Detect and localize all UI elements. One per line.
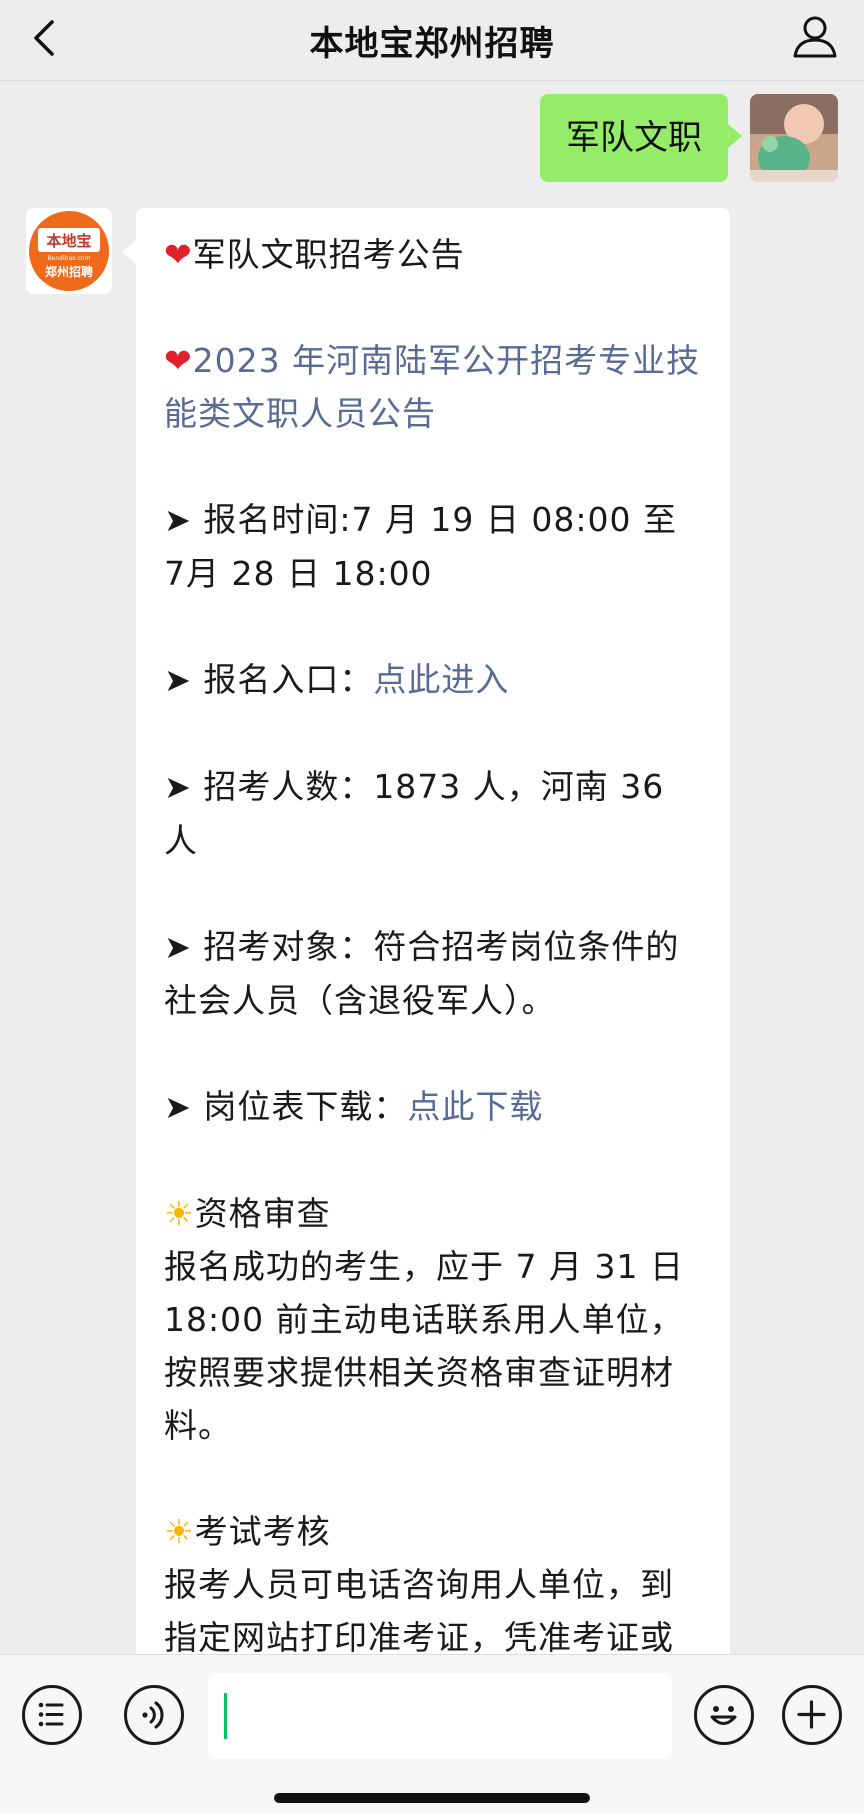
notice-title-line[interactable]: ❤2023 年河南陆军公开招考专业技能类文职人员公告 [164, 334, 704, 440]
home-indicator [274, 1793, 590, 1803]
back-button[interactable] [22, 10, 72, 66]
table-download-link[interactable]: 点此下载 [407, 1087, 543, 1126]
target-line: ➤ 招考对象：符合招考岗位条件的社会人员（含退役军人）。 [164, 920, 704, 1027]
message-input[interactable] [208, 1673, 672, 1759]
sent-message-text: 军队文职 [566, 118, 702, 158]
arrow-icon: ➤ [164, 501, 192, 539]
sun-icon: ☀ [164, 1512, 195, 1551]
reg-time-label: 报名时间: [203, 500, 352, 539]
person-icon [793, 16, 837, 58]
table-line: ➤ 岗位表下载：点此下载 [164, 1080, 704, 1134]
heading-line: ❤军队文职招考公告 [164, 228, 704, 281]
sent-message-bubble[interactable]: 军队文职 [540, 94, 742, 182]
arrow-icon: ➤ [164, 1088, 192, 1126]
list-icon [38, 1702, 64, 1727]
logo-top-text: 本地宝 [46, 232, 91, 250]
message-content: ❤军队文职招考公告 ❤2023 年河南陆军公开招考专业技能类文职人员公告 ➤ 报… [136, 208, 730, 1664]
arrow-icon: ➤ [164, 661, 192, 699]
heart-icon: ❤ [164, 341, 193, 380]
more-button[interactable] [782, 1685, 842, 1745]
profile-button[interactable] [786, 8, 844, 66]
exam-text: 报考人员可电话咨询用人单位，到指定网站打印准考证，凭准考证或 [164, 1565, 674, 1657]
arrow-icon: ➤ [164, 768, 192, 806]
text-cursor [224, 1693, 227, 1739]
target-label: 招考对象： [203, 927, 374, 966]
reg-entry-label: 报名入口： [203, 660, 374, 699]
heart-icon: ❤ [164, 235, 193, 274]
reply-heading: 军队文职招考公告 [192, 235, 465, 274]
chat-title: 本地宝郑州招聘 [309, 23, 555, 64]
count-line: ➤ 招考人数：1873 人，河南 36 人 [164, 760, 704, 867]
qual-text: 报名成功的考生，应于 7 月 31 日 18:00 前主动电话联系用人单位，按照… [164, 1247, 684, 1445]
qual-heading: 资格审查 [194, 1194, 331, 1233]
count-label: 招考人数： [203, 767, 374, 806]
menu-button[interactable] [22, 1685, 82, 1745]
nav-bar: 本地宝郑州招聘 [0, 0, 864, 81]
voice-button[interactable] [124, 1685, 184, 1745]
bendibao-logo: 本地宝 Bendibao.com 郑州招聘 [29, 211, 109, 291]
reg-entry-line: ➤ 报名入口：点此进入 [164, 653, 704, 707]
reg-time-line: ➤ 报名时间:7 月 19 日 08:00 至 7月 28 日 18:00 [164, 493, 704, 600]
table-label: 岗位表下载： [203, 1087, 408, 1126]
avatar-photo [750, 94, 838, 182]
notice-title-link[interactable]: 2023 年河南陆军公开招考专业技能类文职人员公告 [164, 341, 700, 433]
reg-entry-link[interactable]: 点此进入 [373, 660, 509, 699]
emoji-button[interactable] [694, 1685, 754, 1745]
plus-icon [797, 1700, 826, 1729]
arrow-icon: ➤ [164, 928, 192, 966]
exam-heading: 考试考核 [194, 1512, 331, 1551]
my-avatar[interactable] [750, 94, 838, 182]
sun-icon: ☀ [164, 1194, 195, 1233]
received-message-bubble[interactable]: ❤军队文职招考公告 ❤2023 年河南陆军公开招考专业技能类文职人员公告 ➤ 报… [122, 208, 730, 1708]
smiley-icon [710, 1706, 737, 1725]
official-account-avatar[interactable]: 本地宝 Bendibao.com 郑州招聘 [26, 208, 112, 294]
input-bar [0, 1654, 864, 1813]
chevron-left-icon [34, 20, 54, 56]
logo-bottom-text: 郑州招聘 [45, 264, 93, 279]
exam-heading-line: ☀考试考核 [164, 1505, 704, 1558]
voice-icon [142, 1701, 164, 1729]
logo-sub-text: Bendibao.com [48, 255, 91, 262]
qual-heading-line: ☀资格审查 [164, 1187, 704, 1240]
